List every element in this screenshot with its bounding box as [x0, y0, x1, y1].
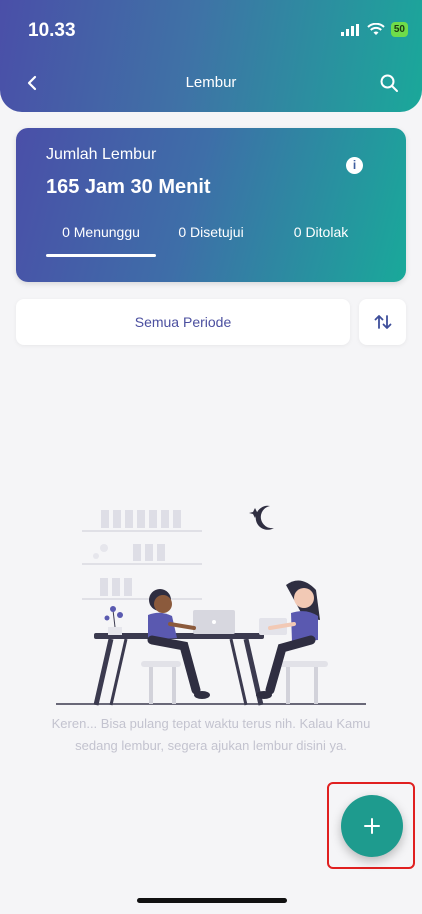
home-indicator[interactable] — [137, 898, 287, 903]
empty-state-line-2: sedang lembur, segera ajukan lembur disi… — [75, 738, 347, 753]
cellular-signal-icon — [340, 23, 359, 36]
battery-icon: 50 — [390, 22, 408, 37]
app-header: 10.33 50 Lembur — [0, 0, 422, 112]
period-filter-button[interactable]: Semua Periode — [16, 299, 350, 345]
overtime-summary-card: Jumlah Lembur 165 Jam 30 Menit i 0 Menun… — [16, 128, 406, 282]
search-icon — [380, 74, 398, 92]
info-icon[interactable]: i — [346, 157, 363, 174]
search-button[interactable] — [378, 72, 400, 94]
tab-waiting[interactable]: 0 Menunggu — [46, 224, 156, 240]
sort-button[interactable] — [359, 299, 406, 345]
status-icons: 50 — [340, 22, 408, 37]
overtime-total-label: Jumlah Lembur — [46, 146, 157, 163]
empty-state-message: Keren... Bisa pulang tepat waktu terus n… — [20, 713, 402, 757]
empty-state-line-1: Keren... Bisa pulang tepat waktu terus n… — [51, 716, 371, 731]
status-time: 10.33 — [28, 20, 76, 41]
empty-state-illustration — [56, 505, 366, 706]
tab-approved[interactable]: 0 Disetujui — [156, 224, 266, 240]
tab-rejected[interactable]: 0 Ditolak — [266, 224, 376, 240]
plus-icon — [364, 818, 380, 834]
sort-arrows-icon — [374, 315, 391, 329]
overtime-total-value: 165 Jam 30 Menit — [46, 176, 211, 198]
wifi-icon — [367, 23, 385, 35]
page-title: Lembur — [185, 74, 237, 91]
add-overtime-button[interactable] — [341, 795, 403, 857]
period-filter-label: Semua Periode — [134, 314, 232, 330]
active-tab-indicator — [46, 254, 156, 257]
